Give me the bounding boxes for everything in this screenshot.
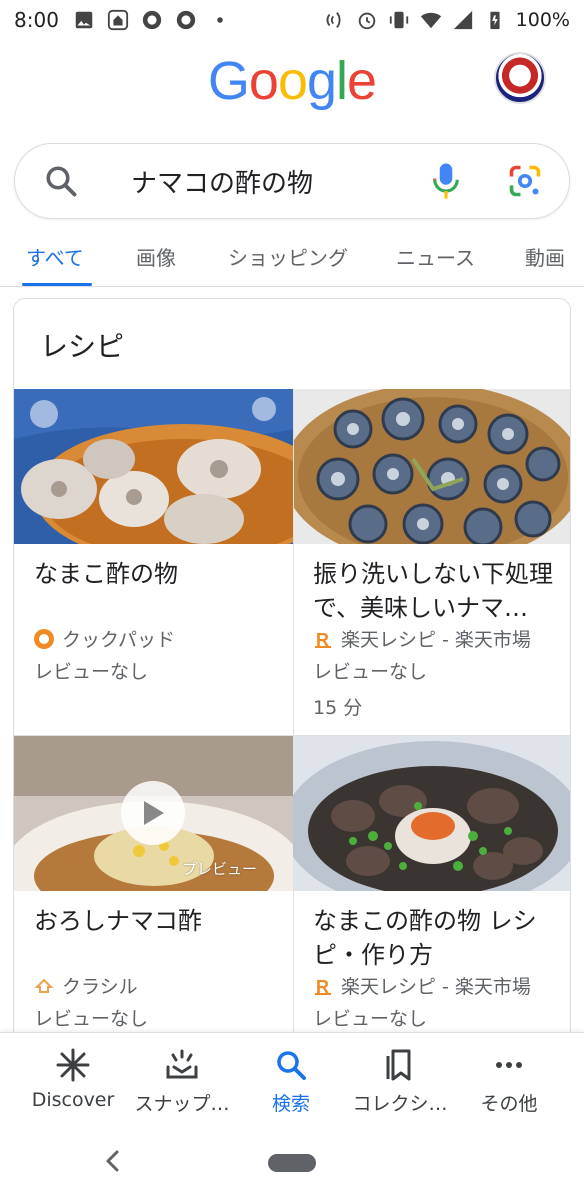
recipes-card: レシピ なまこ酢の物 クックパッド レビューなし 振り洗いしない下処理で、美味し… — [13, 298, 571, 1058]
logo-letter: e — [347, 51, 377, 111]
recipe-source-label: 楽天レシピ - 楽天市場 — [341, 629, 531, 651]
bottom-navigation: Discover スナップ… 検索 コレクシ… その他 — [0, 1032, 584, 1124]
tabs-divider — [0, 286, 584, 287]
alarm-icon — [358, 12, 375, 30]
recipe-source-label: クラシル — [62, 976, 138, 998]
dot-icon — [217, 17, 223, 23]
recipe-source: R 楽天レシピ - 楽天市場 — [313, 972, 531, 999]
vibrate-icon — [389, 11, 408, 29]
microphone-icon[interactable] — [431, 161, 461, 201]
recipe-title[interactable]: なまこの酢の物 レシピ・作り方 — [313, 904, 558, 972]
play-icon — [144, 801, 164, 825]
search-icon — [277, 1051, 306, 1080]
home-button[interactable] — [268, 1154, 316, 1172]
play-button[interactable] — [121, 781, 185, 845]
nav-more-label: その他 — [480, 1093, 538, 1115]
nav-snapshot[interactable]: スナップ… — [124, 1047, 240, 1116]
search-icon[interactable] — [43, 163, 79, 199]
system-navigation — [0, 1124, 584, 1200]
system-icons: 100% — [324, 9, 570, 31]
recipe-item[interactable]: 振り洗いしない下処理で、美味しいナマ… R 楽天レシピ - 楽天市場 レビューな… — [293, 389, 570, 735]
tab-videos[interactable]: 動画 — [525, 242, 565, 271]
recipe-item[interactable]: なまこ酢の物 クックパッド レビューなし — [14, 389, 293, 735]
recipe-source: クラシル — [34, 972, 138, 999]
recipe-title[interactable]: 振り洗いしない下処理で、美味しいナマ… — [313, 557, 558, 625]
status-time: 8:00 — [14, 8, 59, 32]
recipe-image[interactable] — [293, 736, 570, 891]
asterisk-icon — [56, 1048, 90, 1082]
rakuten-icon: R — [315, 977, 331, 996]
cookpad-icon — [34, 628, 54, 649]
battery-level: 100% — [515, 9, 570, 31]
recipe-source: R 楽天レシピ - 楽天市場 — [313, 625, 531, 652]
logo-letter: g — [307, 51, 337, 111]
nav-collections[interactable]: コレクシ… — [342, 1047, 458, 1116]
signal-icon — [453, 10, 472, 30]
logo-letter: o — [277, 51, 308, 111]
back-icon[interactable] — [100, 1146, 124, 1176]
recipe-image[interactable] — [293, 389, 570, 544]
snapshot-icon — [166, 1049, 198, 1079]
nav-discover[interactable]: Discover — [15, 1047, 131, 1111]
recipe-image[interactable] — [14, 389, 293, 544]
recipe-source: クックパッド — [34, 625, 175, 652]
recipe-title[interactable]: おろしナマコ酢 — [34, 904, 279, 938]
recipe-item[interactable]: なまこの酢の物 レシピ・作り方 R 楽天レシピ - 楽天市場 レビューなし — [293, 736, 570, 1057]
logo-letter: o — [248, 51, 279, 111]
wifi-icon — [420, 12, 441, 29]
battery-icon — [490, 11, 500, 30]
nav-discover-label: Discover — [31, 1089, 115, 1111]
nav-search-label: 検索 — [271, 1093, 310, 1115]
avatar[interactable] — [494, 52, 546, 104]
status-bar: 8:00 100% — [0, 0, 584, 40]
search-query[interactable]: ナマコの酢の物 — [131, 163, 431, 200]
rakuten-icon: R — [315, 630, 331, 649]
more-icon — [496, 1062, 522, 1068]
tab-all[interactable]: すべて — [26, 242, 84, 271]
image-icon — [75, 11, 93, 29]
recipe-source-label: 楽天レシピ - 楽天市場 — [341, 976, 531, 998]
notification-icons — [73, 9, 231, 31]
recipe-video-thumbnail[interactable]: プレビュー — [14, 736, 293, 891]
app-icon — [142, 10, 162, 30]
nav-collections-label: コレクシ… — [352, 1093, 448, 1115]
recipe-time: 15 分 — [313, 697, 363, 719]
nav-search[interactable]: 検索 — [233, 1047, 349, 1116]
nfc-icon — [326, 12, 341, 28]
app-icon — [176, 10, 196, 30]
recipe-review: レビューなし — [313, 1008, 428, 1030]
recipe-item[interactable]: プレビュー おろしナマコ酢 クラシル レビューなし — [14, 736, 293, 1057]
recipe-review: レビューなし — [34, 661, 149, 683]
tab-shopping[interactable]: ショッピング — [228, 242, 348, 271]
recipes-title: レシピ — [40, 330, 125, 363]
recipe-review: レビューなし — [34, 1008, 149, 1030]
nav-snapshot-label: スナップ… — [134, 1093, 230, 1115]
logo-letter: G — [207, 51, 250, 111]
recipe-source-label: クックパッド — [62, 629, 176, 651]
collections-icon — [386, 1049, 411, 1081]
header: Google — [0, 40, 584, 128]
tab-images[interactable]: 画像 — [136, 242, 176, 271]
logo-letter: l — [336, 51, 348, 111]
kurashiru-icon — [34, 978, 54, 993]
preview-label: プレビュー — [182, 860, 258, 878]
recipe-review: レビューなし — [313, 661, 428, 683]
nav-more[interactable]: その他 — [451, 1047, 567, 1116]
home-icon — [107, 9, 129, 31]
tab-news[interactable]: ニュース — [396, 242, 475, 271]
recipe-title[interactable]: なまこ酢の物 — [34, 557, 279, 591]
search-tabs: すべて 画像 ショッピング ニュース 動画 — [0, 230, 584, 286]
google-lens-icon[interactable] — [507, 163, 543, 199]
search-box[interactable]: ナマコの酢の物 — [14, 143, 570, 219]
